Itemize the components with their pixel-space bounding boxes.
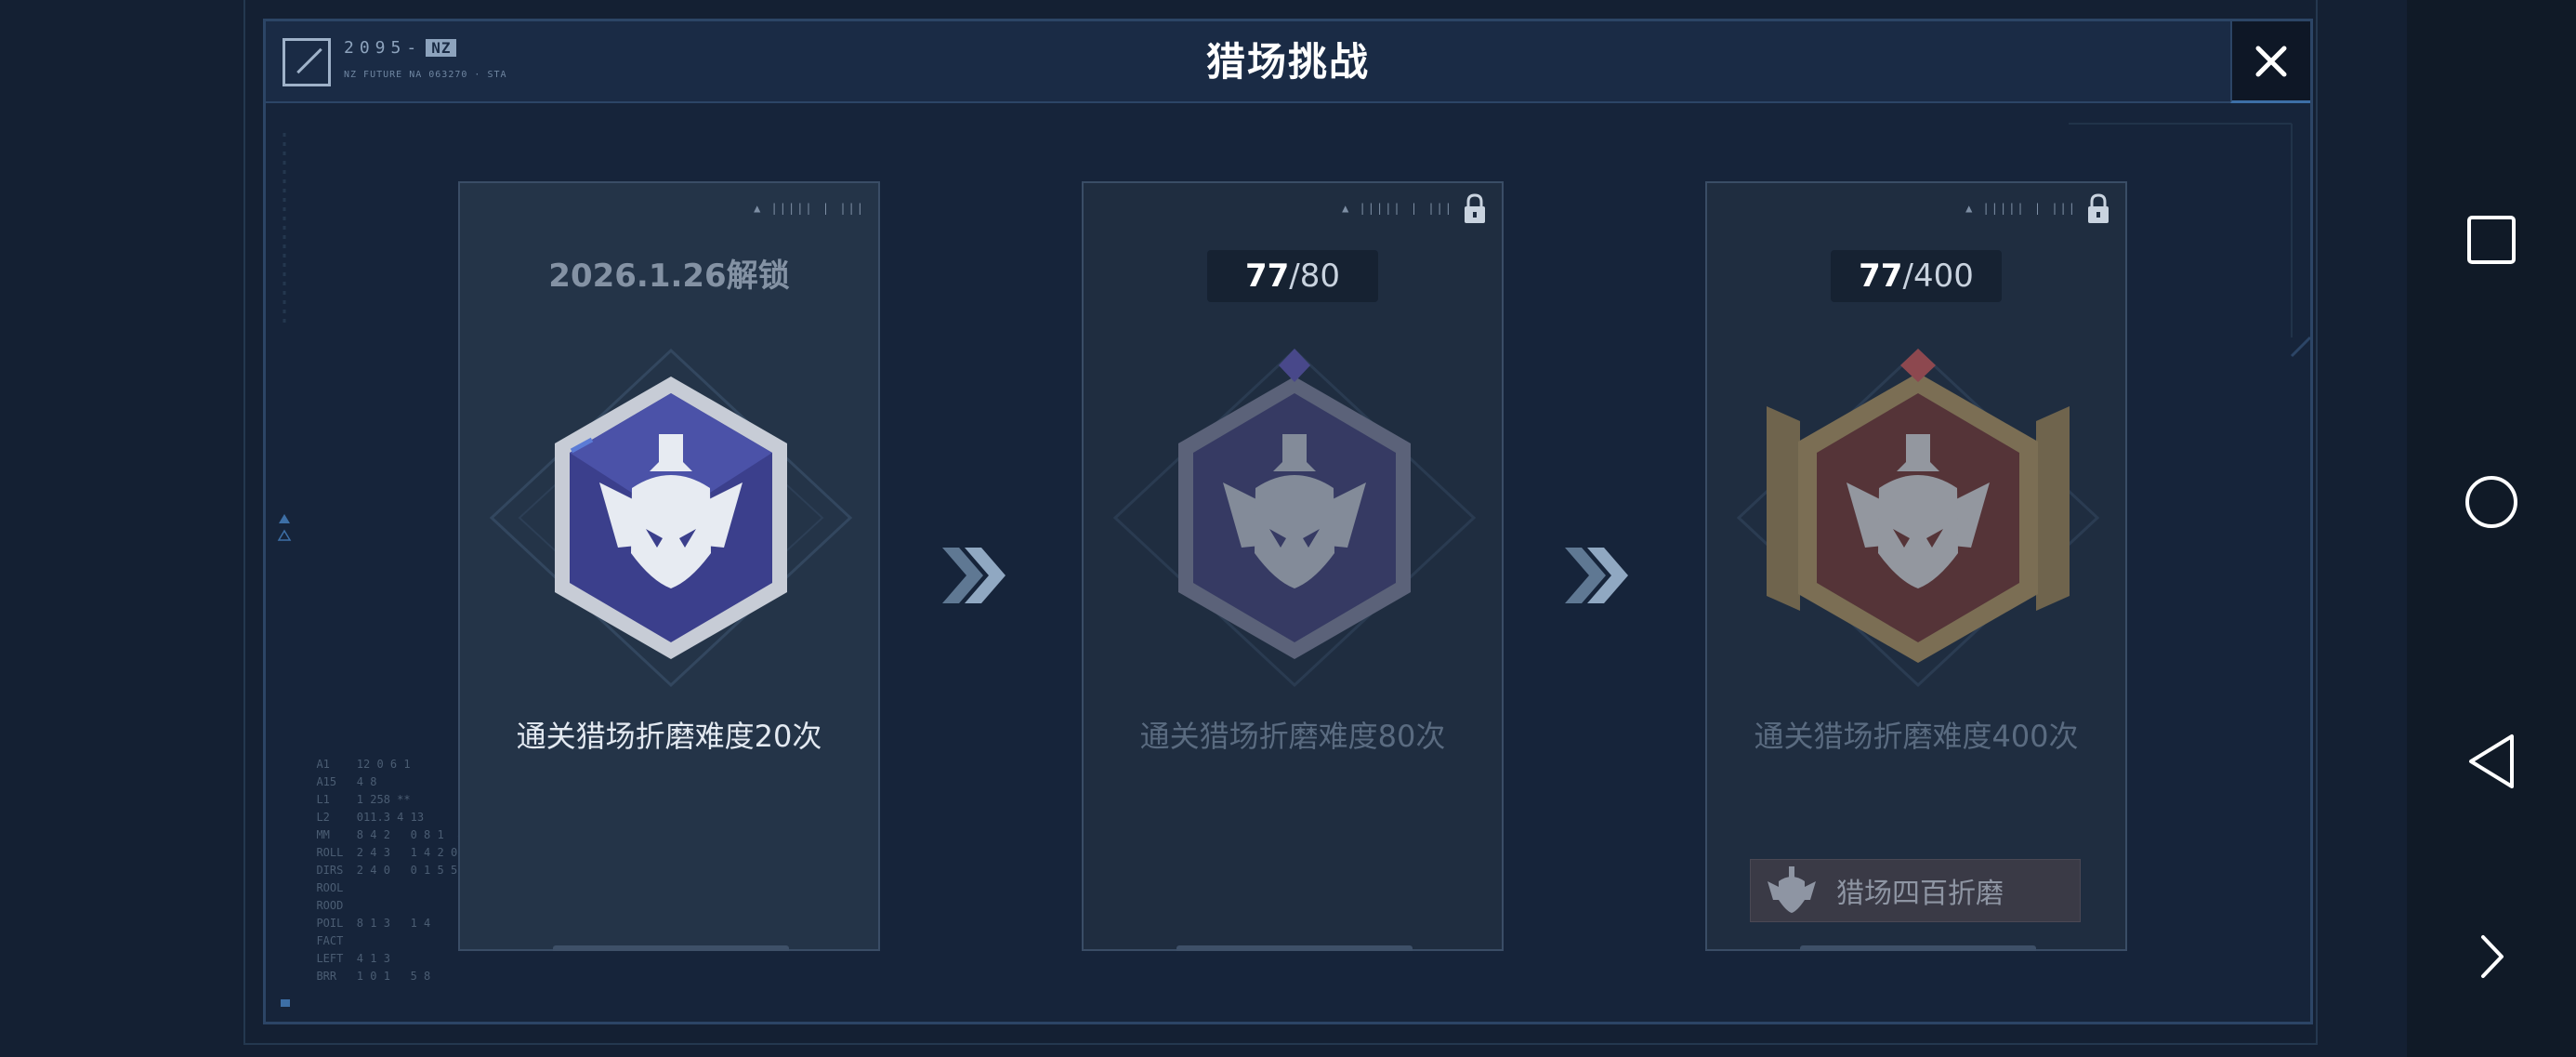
card-bottom-line: [1176, 945, 1413, 951]
card-bottom-line: [1800, 945, 2036, 951]
reward-title-chip[interactable]: 猎场四百折磨: [1750, 859, 2081, 922]
challenge-description: 通关猎场折磨难度400次: [1754, 719, 2079, 754]
badge-medal-icon: [1112, 348, 1477, 688]
close-icon: [2255, 46, 2287, 76]
back-icon[interactable]: [2465, 733, 2517, 790]
system-navigation-bar: [2407, 0, 2576, 1057]
lock-icon: [1465, 193, 1485, 223]
page-title: 猎场挑战: [1205, 39, 1370, 85]
badge-medal-icon: [489, 348, 853, 688]
screen: A1 12 0 6 1 A15 4 8 L1 1 258 ** L2 011.3…: [0, 0, 2576, 1057]
monkey-emblem-icon: [1768, 866, 1816, 913]
card-bottom-line: [553, 945, 789, 951]
chevron-right-icon[interactable]: [2477, 933, 2505, 980]
double-chevron-right-icon: [1565, 548, 1628, 603]
lock-icon: [2088, 193, 2109, 223]
home-icon[interactable]: [2464, 474, 2519, 530]
badge-medal-icon: [1736, 348, 2100, 688]
recent-apps-icon[interactable]: [2465, 214, 2517, 266]
hunting-challenge-panel: A1 12 0 6 1 A15 4 8 L1 1 258 ** L2 011.3…: [263, 19, 2313, 1024]
barcode-strip: ▲ ||||| | |||: [1342, 202, 1453, 215]
close-button[interactable]: [2230, 21, 2310, 103]
challenge-description: 通关猎场折磨难度20次: [516, 719, 822, 754]
challenge-card-1[interactable]: ▲ ||||| | ||| 2026.1.26解锁 通关猎场折磨难度20次: [458, 181, 880, 951]
barcode-strip: ▲ ||||| | |||: [754, 202, 865, 215]
challenge-description: 通关猎场折磨难度80次: [1139, 719, 1446, 754]
challenge-card-2[interactable]: ▲ ||||| | ||| 77/80 通关猎场折磨难度80次: [1082, 181, 1504, 951]
progress-counter: 77/80: [1207, 250, 1378, 302]
progress-counter: 77/400: [1831, 250, 2002, 302]
barcode-strip: ▲ ||||| | |||: [1965, 202, 2077, 215]
challenge-card-3[interactable]: ▲ ||||| | ||| 77/400 通关猎场折磨难度400次 猎场四百折磨: [1705, 181, 2127, 951]
unlock-date: 2026.1.26解锁: [548, 258, 790, 295]
double-chevron-right-icon: [942, 548, 1005, 603]
panel-header: 2095- NZ NZ FUTURE NA 063270 · STA 猎场挑战: [266, 21, 2310, 103]
reward-title-text: 猎场四百折磨: [1836, 878, 2004, 910]
